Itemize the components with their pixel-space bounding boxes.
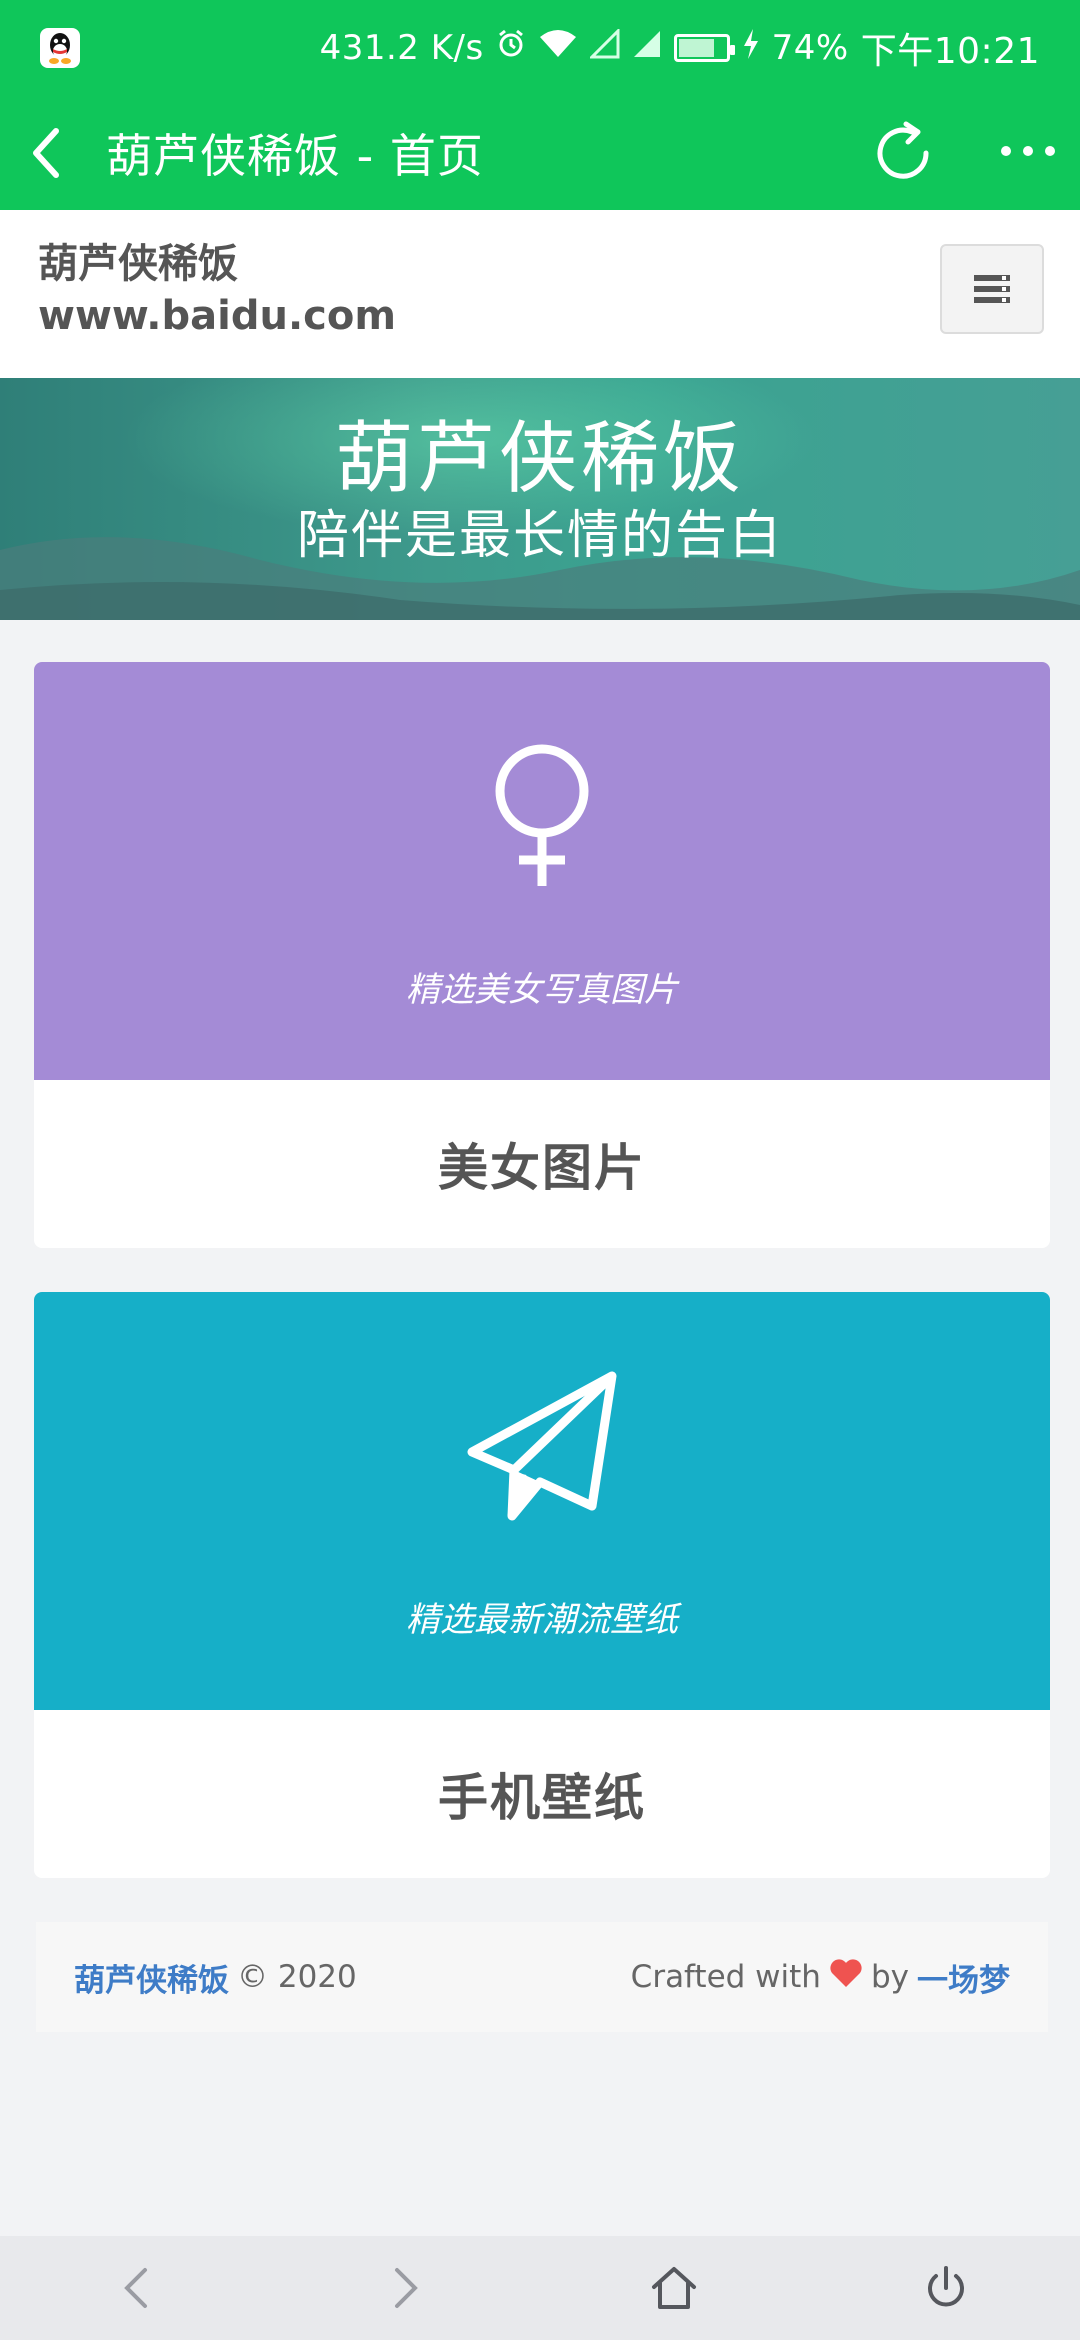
card-description: 精选美女写真图片 bbox=[406, 970, 678, 1010]
menu-icon bbox=[974, 275, 1010, 303]
nav-back-icon[interactable] bbox=[104, 2256, 168, 2320]
heart-icon bbox=[829, 1958, 863, 1996]
paper-plane-icon bbox=[467, 1371, 617, 1521]
wifi-icon bbox=[538, 28, 578, 68]
menu-button[interactable] bbox=[940, 244, 1044, 334]
female-symbol-icon bbox=[495, 744, 589, 886]
card-description: 精选最新潮流壁纸 bbox=[406, 1600, 678, 1640]
site-name: 葫芦侠稀饭 bbox=[38, 241, 238, 287]
page-title: 葫芦侠稀饭 - 首页 bbox=[106, 129, 484, 183]
footer-brand-link[interactable]: 葫芦侠稀饭 bbox=[74, 1955, 229, 2000]
refresh-icon[interactable] bbox=[868, 118, 938, 192]
signal-icon bbox=[588, 27, 620, 68]
battery-icon bbox=[673, 34, 735, 62]
site-domain: www.baidu.com bbox=[38, 293, 397, 339]
nav-forward-icon[interactable] bbox=[374, 2256, 438, 2320]
battery-percent: 74% bbox=[771, 28, 849, 68]
signal-icon bbox=[632, 28, 662, 68]
card-cover[interactable]: 精选美女写真图片 bbox=[34, 662, 1050, 1080]
bottom-nav-bar bbox=[0, 2236, 1080, 2340]
site-header: 葫芦侠稀饭 www.baidu.com bbox=[0, 210, 1080, 378]
more-icon[interactable] bbox=[996, 126, 1060, 180]
home-icon[interactable] bbox=[642, 2256, 706, 2320]
footer-crafted-text: Crafted with bbox=[630, 1959, 821, 1995]
card-phone-wallpapers[interactable]: 精选最新潮流壁纸 手机壁纸 bbox=[34, 1292, 1050, 1878]
qq-icon bbox=[40, 28, 80, 68]
clock: 下午10:21 bbox=[860, 31, 1040, 72]
charging-icon bbox=[742, 28, 760, 68]
banner-title: 葫芦侠稀饭 bbox=[334, 414, 745, 504]
status-bar: 431.2 K/s 74% 下午10:21 bbox=[0, 0, 1080, 96]
power-icon[interactable] bbox=[914, 2256, 978, 2320]
hero-banner: 葫芦侠稀饭 陪伴是最长情的告白 bbox=[0, 378, 1080, 620]
site-logo-text[interactable]: 葫芦侠稀饭 www.baidu.com bbox=[38, 238, 396, 342]
network-speed: 431.2 K/s bbox=[319, 28, 484, 68]
card-beauty-pictures[interactable]: 精选美女写真图片 美女图片 bbox=[34, 662, 1050, 1248]
footer: 葫芦侠稀饭 © 2020 Crafted with by 一场梦 bbox=[36, 1922, 1048, 2032]
title-bar: 葫芦侠稀饭 - 首页 bbox=[0, 96, 1080, 210]
footer-author-link[interactable]: 一场梦 bbox=[917, 1955, 1010, 2000]
card-cover[interactable]: 精选最新潮流壁纸 bbox=[34, 1292, 1050, 1710]
card-title[interactable]: 手机壁纸 bbox=[34, 1710, 1050, 1878]
banner-subtitle: 陪伴是最长情的告白 bbox=[296, 506, 783, 566]
footer-by-text: by bbox=[870, 1959, 909, 1995]
alarm-icon bbox=[496, 28, 526, 68]
card-title[interactable]: 美女图片 bbox=[34, 1080, 1050, 1248]
back-icon[interactable] bbox=[26, 96, 106, 210]
footer-copyright: © 2020 bbox=[237, 1959, 357, 1995]
